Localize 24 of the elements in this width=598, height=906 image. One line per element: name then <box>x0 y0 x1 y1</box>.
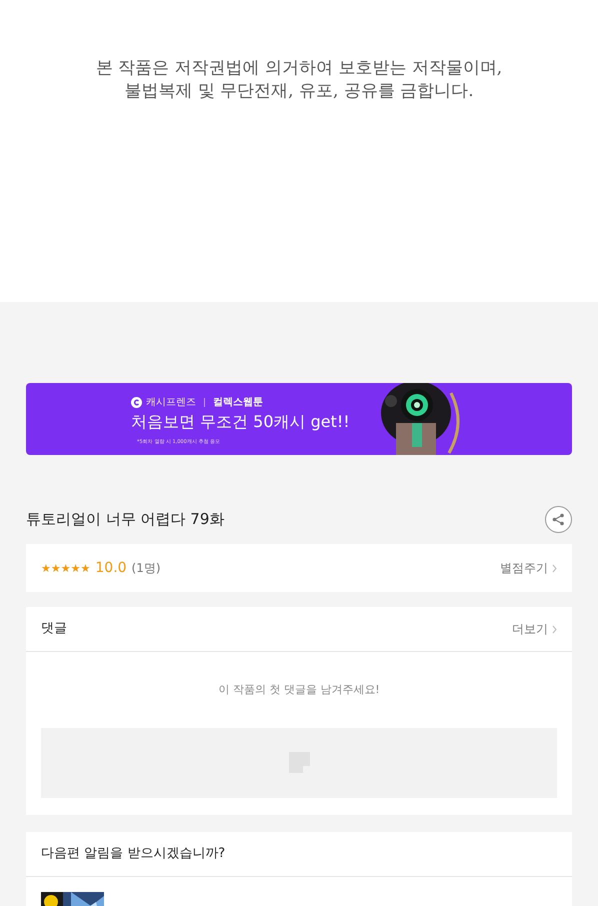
partner-text: 컬렉스웹툰 <box>213 398 263 408</box>
comments-title: 댓글 <box>41 620 67 638</box>
star-icon: ★ <box>70 562 80 574</box>
score-text: 10.0 <box>95 558 127 578</box>
headline-text: 처음보면 무조건 50캐시 get!! <box>131 414 350 430</box>
share-button[interactable] <box>545 506 572 532</box>
rating-count: (1명) <box>132 560 161 577</box>
empty-comments-message: 이 작품의 첫 댓글을 남겨주세요! <box>217 682 381 698</box>
copyright-text: 본 작품은 저작권법에 의거하여 보호받는 저작물이며, <box>96 57 502 80</box>
logo-icon <box>131 397 142 408</box>
brand-text: 캐시프렌즈 <box>146 398 196 408</box>
more-link[interactable]: 더보기 <box>512 620 557 638</box>
chevron-right-icon <box>552 624 557 634</box>
star-icon: ★ <box>60 562 71 574</box>
episode-title: 튜토리얼이 너무 어렵다 79화 <box>26 508 224 530</box>
chevron-right-icon <box>552 564 557 572</box>
star-icon: ★ <box>50 562 61 574</box>
copyright-text: 불법복제 및 무단전재, 유포, 공유를 금합니다. <box>124 80 474 103</box>
star-icon: ★ <box>41 562 51 574</box>
comment-input-field[interactable] <box>41 728 557 798</box>
notification-question: 다음편 알림을 받으시겠습니까? <box>41 845 226 864</box>
share-icon <box>552 512 565 526</box>
star-icon: ★ <box>80 562 90 574</box>
rate-link[interactable]: 별점주기 <box>500 559 557 577</box>
